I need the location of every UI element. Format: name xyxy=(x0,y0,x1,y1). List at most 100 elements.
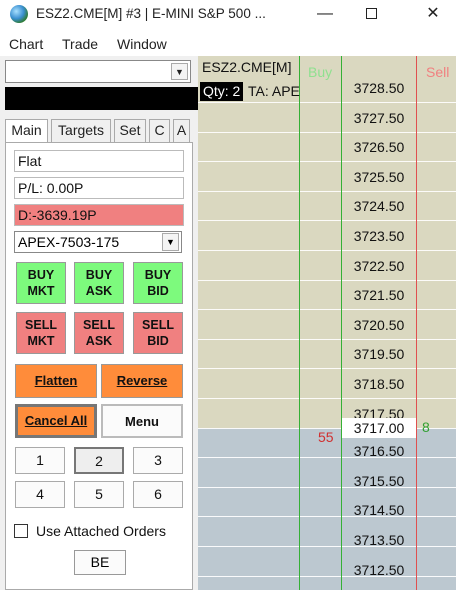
buy-ask-line2: ASK xyxy=(85,284,113,298)
bid-size: 55 xyxy=(318,429,334,445)
buy-column-header: Buy xyxy=(308,64,333,80)
ladder-row-line xyxy=(198,338,456,340)
menu-bar: Chart Trade Window xyxy=(0,30,456,56)
chevron-down-icon[interactable]: ▼ xyxy=(171,63,188,80)
ladder-row-line xyxy=(198,516,456,518)
tab-c[interactable]: C xyxy=(149,119,170,143)
buy-bid-line1: BUY xyxy=(144,268,172,282)
ladder-row-line xyxy=(198,161,456,163)
buy-ask-line1: BUY xyxy=(85,268,113,282)
ladder-row-line xyxy=(198,102,456,103)
price-ladder[interactable]: 3728.50 3727.50 3726.50 3725.50 3724.50 3723.… xyxy=(198,56,456,590)
buy-column-divider xyxy=(299,56,300,590)
close-button[interactable]: ✕ xyxy=(410,0,456,30)
symbol-label: ESZ2.CME[M] xyxy=(202,59,292,75)
sell-ask-line1: SELL xyxy=(83,318,115,332)
drawdown-field: D:-3639.19P xyxy=(14,204,184,226)
flatten-button[interactable]: Flatten xyxy=(15,364,97,398)
sell-mkt-button[interactable]: SELL MKT xyxy=(16,312,66,354)
ladder-row-line xyxy=(198,131,456,133)
menu-chart[interactable]: Chart xyxy=(9,36,43,52)
qty-preset-6[interactable]: 6 xyxy=(133,481,183,508)
sell-column-header: Sell xyxy=(426,64,450,80)
template-dropdown[interactable]: ▼ xyxy=(5,60,191,83)
price-level[interactable]: 3727.50 xyxy=(342,104,416,133)
maximize-icon xyxy=(365,8,377,20)
reverse-label: Reverse xyxy=(116,373,168,388)
position-field: Flat xyxy=(14,150,184,172)
price-level[interactable]: 3715.50 xyxy=(342,467,416,496)
ladder-row-line xyxy=(198,279,456,281)
price-level[interactable]: 3726.50 xyxy=(342,133,416,162)
tab-targets[interactable]: Targets xyxy=(51,119,111,143)
sell-mkt-line2: MKT xyxy=(27,334,55,348)
tab-a[interactable]: A xyxy=(173,119,190,143)
buy-mkt-line1: BUY xyxy=(27,268,55,282)
price-level[interactable]: 3712.50 xyxy=(342,556,416,585)
qty-preset-5[interactable]: 5 xyxy=(74,481,124,508)
minimize-button[interactable]: — xyxy=(302,0,348,30)
price-level[interactable]: 3716.50 xyxy=(342,437,416,466)
cancel-all-button[interactable]: Cancel All xyxy=(15,404,97,438)
menu-trade[interactable]: Trade xyxy=(62,36,98,52)
price-level[interactable]: 3722.50 xyxy=(342,252,416,281)
price-level[interactable]: 3720.50 xyxy=(342,311,416,340)
account-value: APEX-7503-175 xyxy=(18,234,120,250)
tab-set[interactable]: Set xyxy=(114,119,146,143)
sell-bid-line1: SELL xyxy=(142,318,174,332)
bid-area xyxy=(198,428,456,590)
tab-main[interactable]: Main xyxy=(5,119,48,143)
sell-ask-button[interactable]: SELL ASK xyxy=(74,312,124,354)
ladder-row-line xyxy=(198,220,456,222)
price-level[interactable]: 3725.50 xyxy=(342,163,416,192)
sell-ask-line2: ASK xyxy=(85,334,113,348)
buy-bid-line2: BID xyxy=(147,284,169,298)
sell-mkt-line1: SELL xyxy=(25,318,57,332)
qty-preset-2[interactable]: 2 xyxy=(74,447,124,474)
price-level[interactable]: 3711.50 xyxy=(342,585,416,590)
globe-icon xyxy=(10,5,28,23)
ladder-row-line xyxy=(198,457,456,459)
price-level[interactable]: 3713.50 xyxy=(342,526,416,555)
qty-preset-3[interactable]: 3 xyxy=(133,447,183,474)
status-bar xyxy=(5,87,198,110)
attached-orders-label: Use Attached Orders xyxy=(36,523,166,539)
sell-bid-button[interactable]: SELL BID xyxy=(133,312,183,354)
attached-orders-checkbox[interactable] xyxy=(14,524,28,538)
reverse-button[interactable]: Reverse xyxy=(101,364,183,398)
sell-bid-line2: BID xyxy=(147,334,169,348)
price-level[interactable]: 3719.50 xyxy=(342,340,416,369)
ladder-row-line xyxy=(198,368,456,370)
order-panel: ▼ Main Targets Set C A Flat P/L: 0.00P D… xyxy=(0,56,198,590)
qty-preset-1[interactable]: 1 xyxy=(15,447,65,474)
buy-bid-button[interactable]: BUY BID xyxy=(133,262,183,304)
price-level[interactable]: 3721.50 xyxy=(342,281,416,310)
ladder-row-line xyxy=(198,486,456,488)
cancel-all-label: Cancel All xyxy=(24,413,88,428)
buy-ask-button[interactable]: BUY ASK xyxy=(74,262,124,304)
buy-mkt-button[interactable]: BUY MKT xyxy=(16,262,66,304)
qty-badge: Qty: 2 xyxy=(200,82,244,101)
title-bar: ESZ2.CME[M] #3 | E-MINI S&P 500 ... — ✕ xyxy=(0,0,456,30)
ladder-row-line xyxy=(198,250,456,251)
pl-field: P/L: 0.00P xyxy=(14,177,184,199)
current-price: 3717.00 xyxy=(342,418,416,438)
account-select[interactable]: APEX-7503-175 ▼ xyxy=(14,231,182,253)
maximize-button[interactable] xyxy=(348,0,394,30)
price-level[interactable]: 3714.50 xyxy=(342,496,416,525)
buy-mkt-line2: MKT xyxy=(27,284,55,298)
price-column-divider xyxy=(341,56,342,590)
price-level[interactable]: 3723.50 xyxy=(342,222,416,251)
ta-label: TA: APE xyxy=(248,83,300,99)
price-level[interactable]: 3728.50 xyxy=(342,74,416,103)
ladder-row-line xyxy=(198,398,456,399)
menu-window[interactable]: Window xyxy=(117,36,167,52)
breakeven-button[interactable]: BE xyxy=(74,550,126,575)
price-level[interactable]: 3724.50 xyxy=(342,192,416,221)
ask-size: 8 xyxy=(422,419,430,435)
qty-preset-4[interactable]: 4 xyxy=(15,481,65,508)
price-level[interactable]: 3718.50 xyxy=(342,370,416,399)
ladder-row-line xyxy=(198,575,456,577)
chevron-down-icon[interactable]: ▼ xyxy=(162,233,179,251)
menu-button[interactable]: Menu xyxy=(101,404,183,438)
